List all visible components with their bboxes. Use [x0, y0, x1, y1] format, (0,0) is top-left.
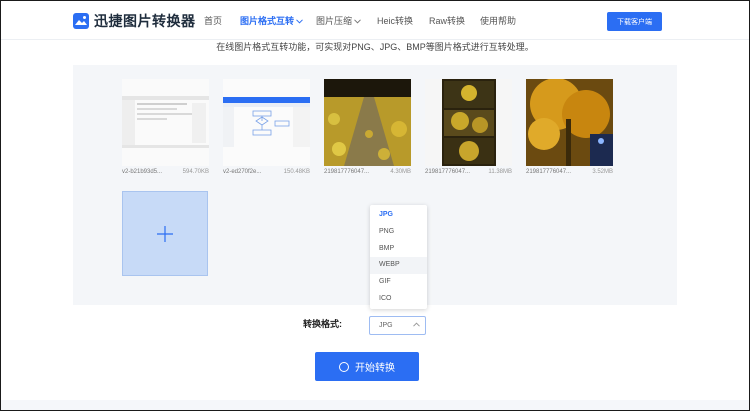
top-header: 迅捷图片转换器 首页 图片格式互转 图片压缩 Heic转换 Raw转换 使用帮助…: [0, 0, 750, 40]
file-card[interactable]: v2-b21b93d5... 594.70KB: [122, 79, 209, 175]
page-subtitle: 在线图片格式互转功能，可实现对PNG、JPG、BMP等图片格式进行互转处理。: [216, 42, 534, 52]
file-size: 4.30MB: [390, 169, 411, 175]
chevron-down-icon: [296, 19, 303, 24]
file-card[interactable]: 219817776047... 3.52MB: [526, 79, 613, 175]
format-dropdown-menu: JPG PNG BMP WEBP GIF ICO: [370, 205, 427, 309]
file-size: 11.38MB: [488, 169, 512, 175]
brand-name: 迅捷图片转换器: [94, 13, 196, 29]
ginkgo-tree-photo-icon: [526, 79, 613, 166]
file-card[interactable]: 219817776047... 4.30MB: [324, 79, 411, 175]
file-card[interactable]: 219817776047... 11.38MB: [425, 79, 512, 175]
file-name: 219817776047...: [324, 169, 370, 175]
plus-icon: [157, 225, 173, 242]
leaf-path-photo-icon: [324, 79, 411, 166]
file-name: 219817776047...: [425, 169, 471, 175]
image-logo-icon: [73, 13, 89, 29]
nav-compress[interactable]: 图片压缩: [316, 14, 361, 27]
brand-logo[interactable]: 迅捷图片转换器: [73, 11, 196, 31]
format-option-webp[interactable]: WEBP: [370, 257, 427, 275]
download-client-button[interactable]: 下载客户端: [607, 12, 662, 31]
file-size: 150.48KB: [283, 169, 310, 175]
nav-help[interactable]: 使用帮助: [480, 14, 516, 27]
format-row: 转换格式: JPG: [303, 316, 426, 335]
screenshot-icon: [122, 79, 209, 166]
format-select-value: JPG: [379, 322, 393, 329]
file-thumbnail: [122, 79, 209, 166]
format-option-jpg[interactable]: JPG: [370, 207, 427, 224]
file-size: 594.70KB: [182, 169, 209, 175]
file-meta: 219817776047... 3.52MB: [526, 169, 613, 175]
file-thumbnail: [223, 79, 310, 166]
nav-heic[interactable]: Heic转换: [377, 14, 413, 27]
format-option-bmp[interactable]: BMP: [370, 241, 427, 258]
chevron-up-icon: [413, 322, 420, 327]
start-convert-label: 开始转换: [355, 363, 395, 374]
format-option-ico[interactable]: ICO: [370, 291, 427, 308]
start-convert-button[interactable]: 开始转换: [315, 352, 419, 381]
format-option-png[interactable]: PNG: [370, 224, 427, 241]
ginkgo-collage-icon: [425, 79, 512, 166]
file-name: v2-ed270f2e...: [223, 169, 262, 175]
file-thumbnail: [324, 79, 411, 166]
file-meta: 219817776047... 4.30MB: [324, 169, 411, 175]
file-meta: v2-b21b93d5... 594.70KB: [122, 169, 209, 175]
file-card[interactable]: v2-ed270f2e... 150.48KB: [223, 79, 310, 175]
add-image-button[interactable]: [122, 191, 208, 276]
loading-circle-icon: [339, 361, 349, 372]
nav-format-convert[interactable]: 图片格式互转: [240, 14, 303, 27]
format-label: 转换格式:: [303, 319, 342, 329]
file-meta: 219817776047... 11.38MB: [425, 169, 512, 175]
file-size: 3.52MB: [592, 169, 613, 175]
file-name: 219817776047...: [526, 169, 572, 175]
nav-home[interactable]: 首页: [204, 14, 222, 27]
file-meta: v2-ed270f2e... 150.48KB: [223, 169, 310, 175]
flowchart-icon: [223, 79, 310, 166]
footer-strip: [0, 400, 750, 411]
file-name: v2-b21b93d5...: [122, 169, 163, 175]
format-select[interactable]: JPG: [369, 316, 426, 335]
nav-raw[interactable]: Raw转换: [429, 14, 465, 27]
file-thumbnail: [526, 79, 613, 166]
chevron-down-icon: [354, 19, 361, 24]
format-option-gif[interactable]: GIF: [370, 274, 427, 291]
file-thumbnail: [425, 79, 512, 166]
